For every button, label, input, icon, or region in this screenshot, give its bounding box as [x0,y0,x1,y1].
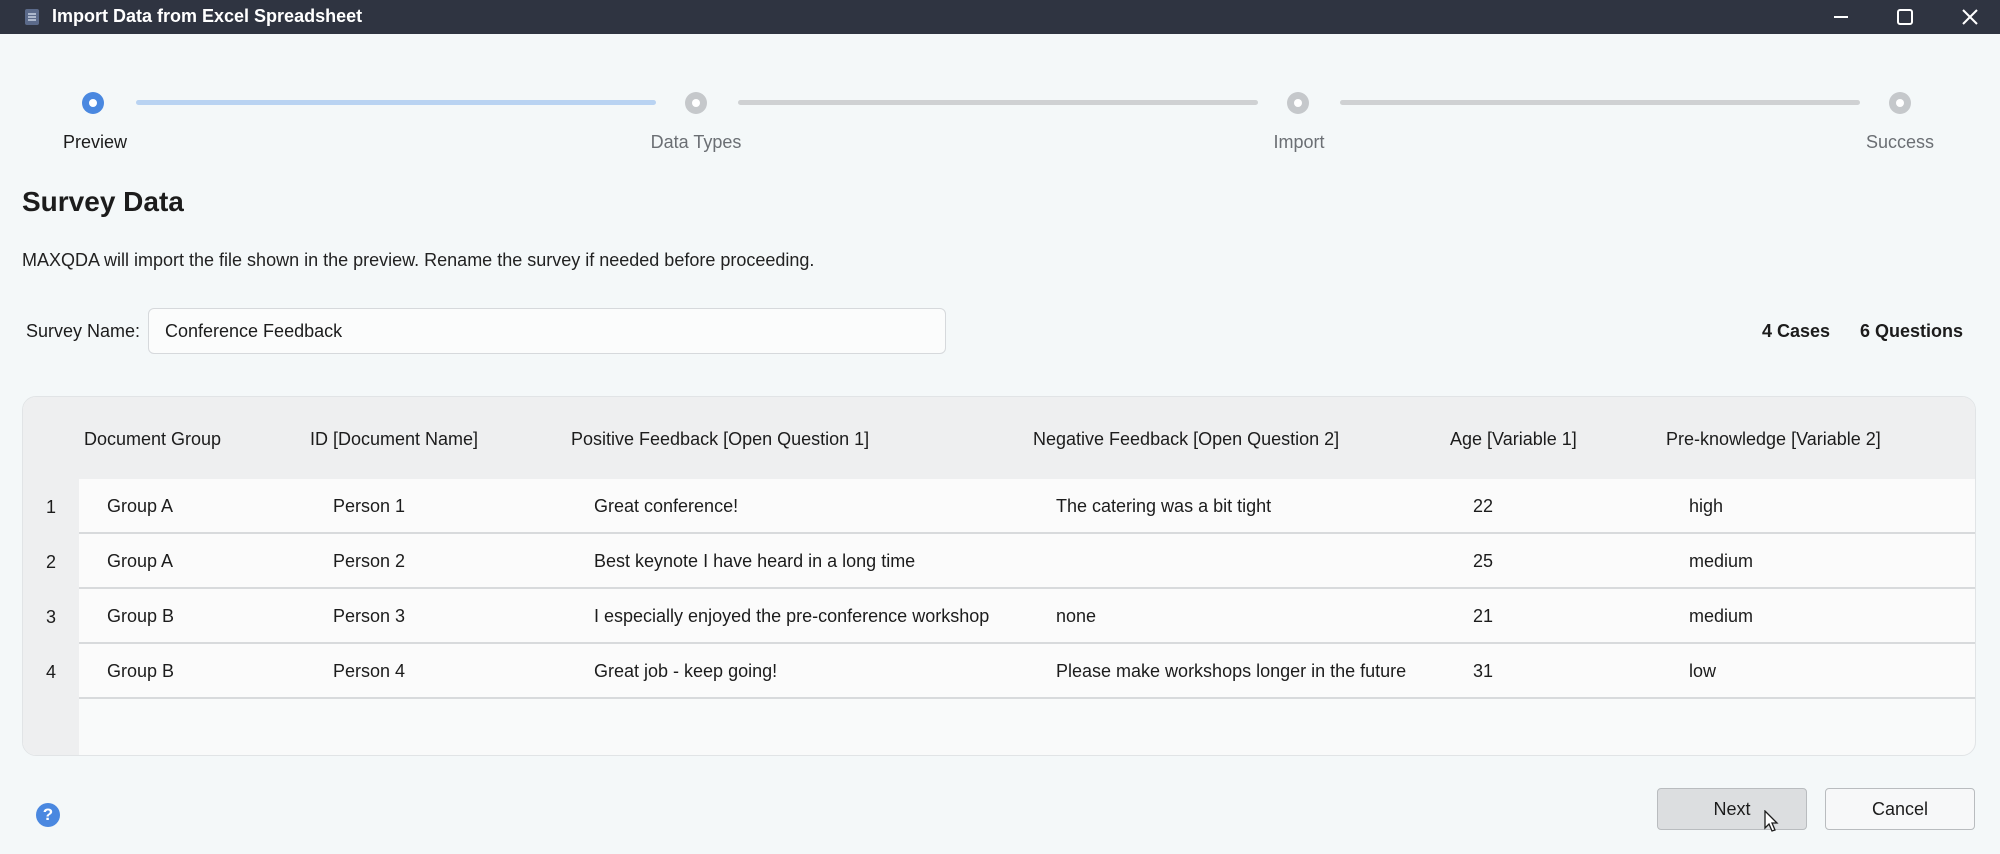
cases-count: 4 Cases [1762,321,1831,341]
cancel-button[interactable]: Cancel [1825,788,1975,830]
table-row[interactable]: Group A Person 1 Great conference! The c… [79,479,1975,534]
column-header-age[interactable]: Age [Variable 1] [1450,429,1577,450]
table-cell: low [1689,661,1717,681]
step-label-preview: Preview [62,132,128,152]
table-cell: Person 2 [333,551,406,571]
table-cell: high [1689,496,1724,516]
step-connector [136,100,656,105]
table-cell: none [1056,606,1097,626]
page-description: MAXQDA will import the file shown in the… [22,250,815,270]
table-row[interactable]: Group B Person 3 I especially enjoyed th… [79,589,1975,644]
table-cell: Please make workshops longer in the futu… [1056,661,1407,681]
close-button[interactable] [1940,0,2000,34]
column-header-positive-feedback[interactable]: Positive Feedback [Open Question 1] [571,429,869,450]
step-indicator-preview [82,92,104,114]
step-label-import: Import [1273,132,1325,152]
table-cell: Group A [107,551,174,571]
table-row[interactable]: Group B Person 4 Great job - keep going!… [79,644,1975,699]
step-connector [738,100,1258,105]
table-cell: Person 1 [333,496,406,516]
table-cell: Group B [107,606,175,626]
step-label-success: Success [1865,132,1935,152]
column-header-document-group[interactable]: Document Group [84,429,221,450]
row-number: 4 [45,662,56,682]
minimize-button[interactable] [1811,0,1871,34]
step-label-data-types: Data Types [650,132,742,152]
table-cell: Group A [107,496,174,516]
window-title: Import Data from Excel Spreadsheet [52,6,363,26]
wizard-stepper: Preview Data Types Import Success [0,34,2000,164]
table-cell: Person 3 [333,606,406,626]
column-header-id[interactable]: ID [Document Name] [310,429,478,450]
row-number-column [23,397,79,755]
table-row[interactable]: Group A Person 2 Best keynote I have hea… [79,534,1975,589]
table-cell: 22 [1473,496,1494,516]
table-cell: Best keynote I have heard in a long time [594,551,916,571]
maximize-icon [1897,9,1913,25]
row-number: 2 [45,552,56,572]
next-button[interactable]: Next [1657,788,1807,830]
table-cell: I especially enjoyed the pre-conference … [594,606,990,626]
row-number: 3 [45,607,56,627]
title-bar: Import Data from Excel Spreadsheet [0,0,2000,34]
questions-count: 6 Questions [1860,321,1964,341]
table-cell: 25 [1473,551,1494,571]
table-cell: Great conference! [594,496,739,516]
step-connector [1340,100,1860,105]
mouse-cursor-icon [1764,810,1779,832]
step-indicator-import [1287,92,1309,114]
page-title: Survey Data [22,186,184,217]
spreadsheet-icon [25,9,39,25]
close-icon [1962,9,1978,25]
question-icon[interactable]: ? [36,803,60,827]
table-cell: 21 [1473,606,1494,626]
table-cell: 31 [1473,661,1494,681]
table-cell: Great job - keep going! [594,661,778,681]
survey-name-input[interactable] [148,308,946,354]
preview-table: Document Group ID [Document Name] Positi… [22,396,1976,756]
minimize-icon [1834,16,1848,18]
column-header-pre-knowledge[interactable]: Pre-knowledge [Variable 2] [1666,429,1881,450]
table-cell: Person 4 [333,661,406,681]
maximize-button[interactable] [1875,0,1935,34]
table-cell: medium [1689,606,1754,626]
table-cell: medium [1689,551,1754,571]
table-cell: Group B [107,661,175,681]
survey-name-label: Survey Name: [26,321,141,341]
step-indicator-success [1889,92,1911,114]
row-number: 1 [45,497,56,517]
column-header-negative-feedback[interactable]: Negative Feedback [Open Question 2] [1033,429,1339,450]
table-cell: The catering was a bit tight [1056,496,1272,516]
step-indicator-data-types [685,92,707,114]
